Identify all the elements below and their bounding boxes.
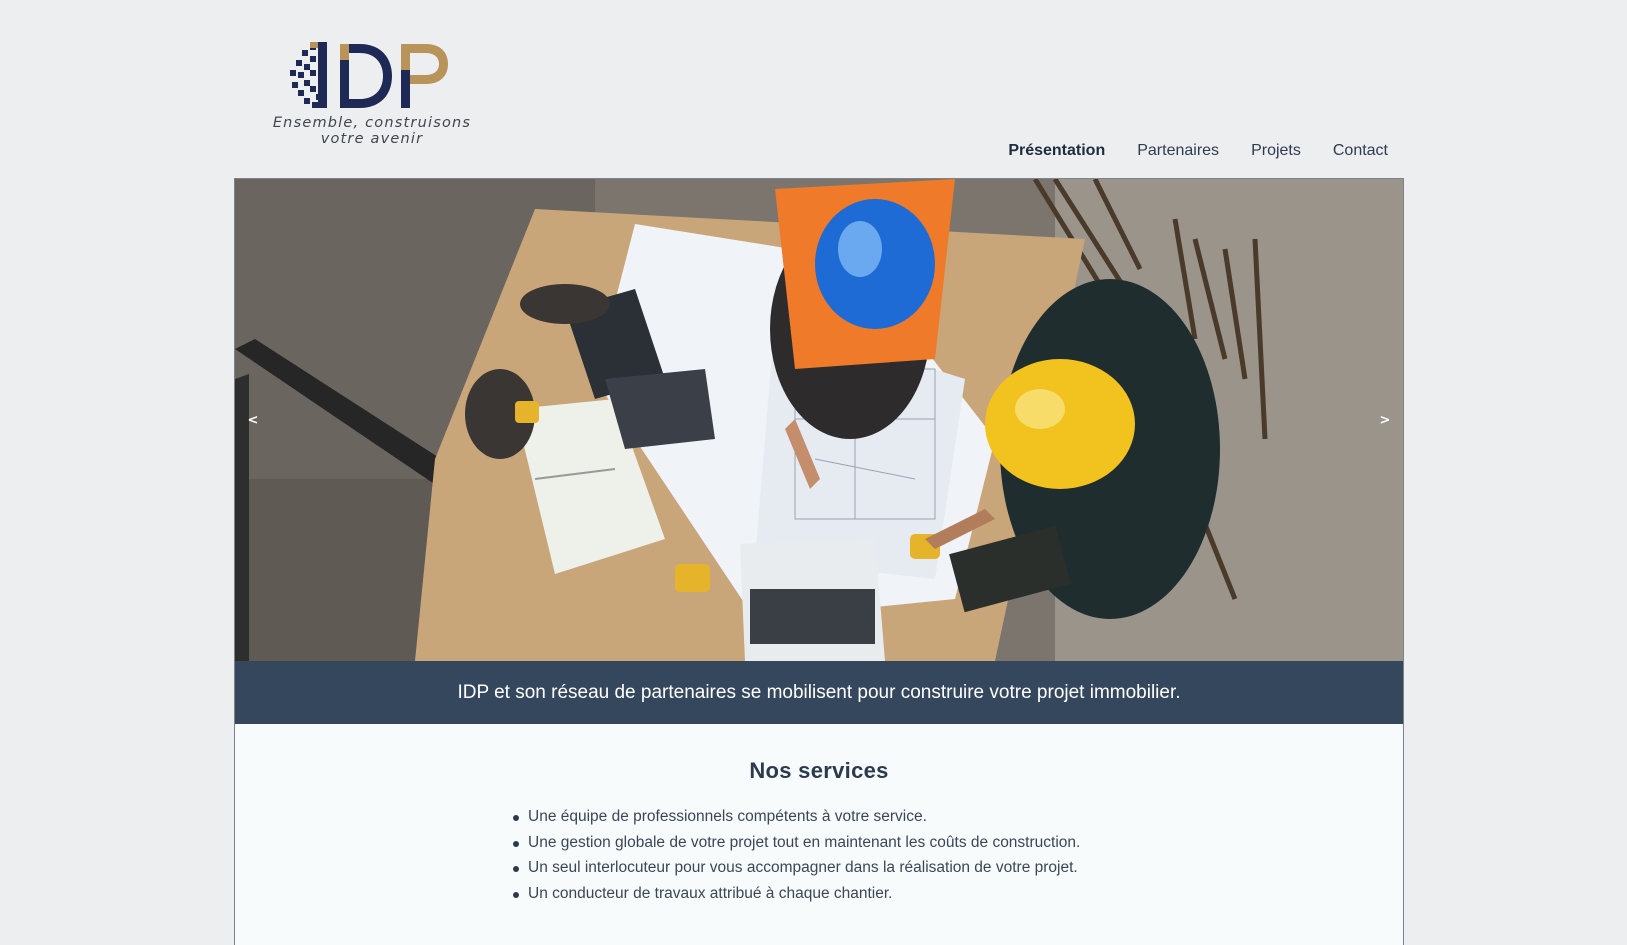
- services-title: Nos services: [749, 758, 889, 783]
- slider-next-button[interactable]: >: [1375, 411, 1395, 431]
- tagline-line-2: votre avenir: [320, 131, 424, 147]
- idp-logo-icon: [290, 42, 448, 108]
- main-nav: Présentation Partenaires Projets Contact: [1008, 142, 1388, 160]
- nav-item-partenaires[interactable]: Partenaires: [1137, 142, 1219, 160]
- list-item: Une gestion globale de votre projet tout…: [513, 830, 1080, 856]
- nav-item-presentation[interactable]: Présentation: [1008, 142, 1105, 160]
- nav-item-contact[interactable]: Contact: [1333, 142, 1388, 160]
- list-item: Un conducteur de travaux attribué à chaq…: [513, 881, 1080, 907]
- list-item: Une équipe de professionnels compétents …: [513, 804, 1080, 830]
- list-item: Un seul interlocuteur pour vous accompag…: [513, 855, 1080, 881]
- hero-image: [235, 179, 1403, 661]
- main-content: < > IDP et son réseau de partenaires se …: [234, 178, 1404, 945]
- services-list: Une équipe de professionnels compétents …: [513, 804, 1080, 907]
- logo-tagline: Ensemble, construisons votre avenir: [272, 115, 472, 147]
- hero-caption-banner: IDP et son réseau de partenaires se mobi…: [235, 661, 1403, 724]
- nav-item-projets[interactable]: Projets: [1251, 142, 1301, 160]
- site-header: Ensemble, construisons votre avenir Prés…: [234, 0, 1404, 179]
- tagline-line-1: Ensemble, construisons: [272, 115, 472, 131]
- services-section: Nos services Une équipe de professionnel…: [235, 724, 1403, 945]
- hero-slider: < >: [235, 179, 1403, 661]
- slider-prev-button[interactable]: <: [243, 411, 263, 431]
- logo[interactable]: Ensemble, construisons votre avenir: [272, 40, 472, 152]
